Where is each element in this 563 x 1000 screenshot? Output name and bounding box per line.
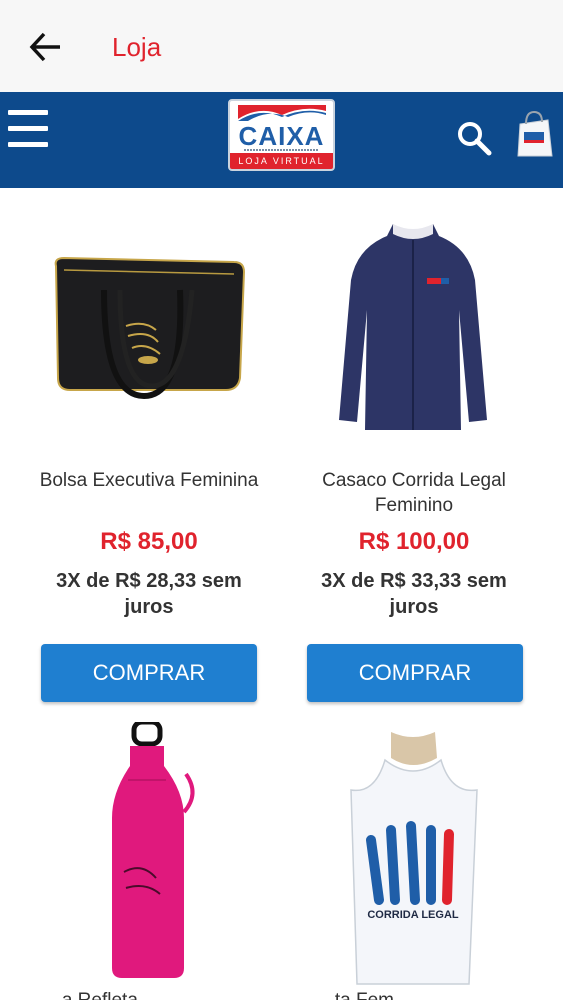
product-name: Casaco Corrida Legal Feminino <box>322 470 506 516</box>
product-installment: 3X de R$ 33,33 sem juros <box>321 570 507 618</box>
product-name: Bolsa Executiva Feminina <box>39 470 259 491</box>
back-arrow-icon[interactable] <box>24 26 66 68</box>
product-name: ...a Refleta... <box>46 990 154 1000</box>
tank-top-print-text: CORRIDA LEGAL <box>367 909 459 921</box>
handbag-image[interactable] <box>34 230 264 440</box>
page-title: Loja <box>112 32 162 62</box>
tank-top-image[interactable]: CORRIDA LEGAL <box>299 730 529 990</box>
jacket-image[interactable] <box>299 220 529 430</box>
search-icon[interactable] <box>456 120 492 156</box>
logo-band: LOJA VIRTUAL <box>230 153 333 169</box>
water-bottle-image[interactable] <box>34 722 264 982</box>
hamburger-menu-icon[interactable] <box>8 110 48 154</box>
buy-button[interactable]: COMPRAR <box>307 644 523 702</box>
product-price: R$ 85,00 <box>100 528 198 555</box>
shopping-bag-icon[interactable] <box>514 110 554 158</box>
buy-button[interactable]: COMPRAR <box>41 644 257 702</box>
logo-wave-icon <box>238 105 326 121</box>
product-name: ...ta Fem... <box>319 990 410 1000</box>
product-installment: 3X de R$ 28,33 sem juros <box>56 570 242 618</box>
app-bar: Loja <box>0 0 563 92</box>
product-price: R$ 100,00 <box>358 528 470 555</box>
caixa-logo[interactable]: CAIXA LOJA VIRTUAL <box>228 99 335 171</box>
